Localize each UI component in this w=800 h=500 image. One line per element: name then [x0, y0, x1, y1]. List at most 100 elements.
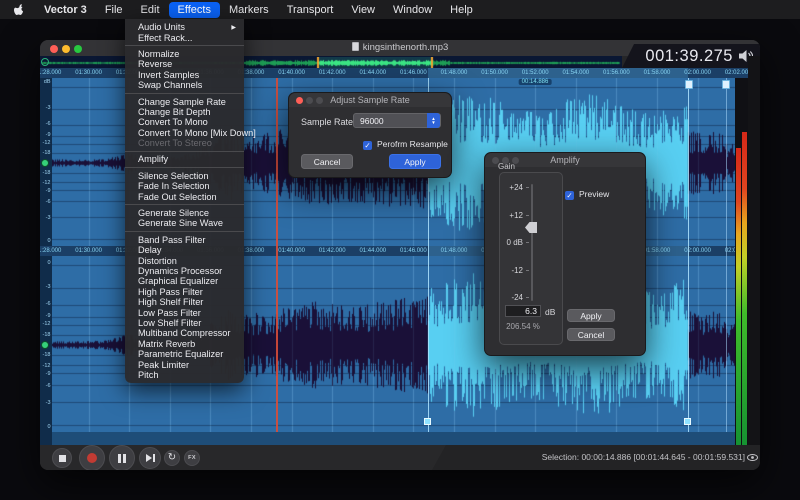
- app-menu-name[interactable]: Vector 3: [35, 2, 96, 18]
- marker-flag[interactable]: [722, 80, 730, 89]
- menu-item-high-pass-filter[interactable]: High Pass Filter: [125, 287, 244, 297]
- stop-button[interactable]: [52, 448, 72, 468]
- eye-icon[interactable]: [747, 453, 758, 462]
- db-scale-label: -12: [43, 180, 51, 186]
- transport-bar: ↻ FX Selection: 00:00:14.886 [00:01:44.6…: [40, 445, 760, 470]
- menu-item-convert-to-mono[interactable]: Convert To Mono: [125, 117, 244, 127]
- menu-item-reverse[interactable]: Reverse: [125, 59, 244, 69]
- apply-button[interactable]: Apply: [389, 154, 441, 169]
- menu-item-change-sample-rate[interactable]: Change Sample Rate: [125, 96, 244, 106]
- loop-button[interactable]: ↻: [164, 450, 180, 466]
- menubar-item-window[interactable]: Window: [384, 2, 441, 18]
- dialog-titlebar[interactable]: Adjust Sample Rate: [289, 93, 451, 107]
- menu-item-delay[interactable]: Delay: [125, 245, 244, 255]
- marker-line[interactable]: [726, 78, 727, 432]
- menu-item-distortion[interactable]: Distortion: [125, 255, 244, 265]
- db-scale-label: -12: [43, 363, 51, 369]
- db-scale-label: -6: [46, 301, 51, 307]
- pause-button[interactable]: [109, 445, 135, 470]
- fx-button[interactable]: FX: [184, 450, 200, 466]
- dialog-zoom-button[interactable]: [316, 97, 323, 104]
- menu-separator: [125, 204, 244, 205]
- stepper-icon[interactable]: ▲▼: [427, 113, 440, 128]
- menu-item-convert-to-stereo: Convert To Stereo: [125, 138, 244, 148]
- menu-item-generate-silence[interactable]: Generate Silence: [125, 208, 244, 218]
- menubar-item-markers[interactable]: Markers: [220, 2, 278, 18]
- gain-tick-mark: [526, 297, 529, 298]
- selection-end-line[interactable]: [688, 78, 689, 432]
- db-scale-label: -18: [43, 332, 51, 338]
- checkbox-checked-icon[interactable]: ✓: [363, 141, 372, 150]
- menu-item-amplify[interactable]: Amplify: [125, 154, 244, 164]
- ruler-tick-label: 01:58.000: [644, 70, 671, 76]
- menu-item-low-pass-filter[interactable]: Low Pass Filter: [125, 307, 244, 317]
- selection-duration-label: 00:14.886: [519, 79, 552, 85]
- menu-item-generate-sine-wave[interactable]: Generate Sine Wave: [125, 218, 244, 228]
- selection-end-handle[interactable]: [684, 418, 691, 425]
- menu-item-normalize[interactable]: Normalize: [125, 49, 244, 59]
- record-button[interactable]: [79, 445, 105, 470]
- ruler-tick-label: 01:30.000: [75, 248, 102, 254]
- channel1-center-dot: [41, 159, 49, 167]
- gain-slider-track[interactable]: [531, 184, 533, 301]
- menu-item-invert-samples[interactable]: Invert Samples: [125, 70, 244, 80]
- cancel-button[interactable]: Cancel: [567, 328, 615, 341]
- cancel-button[interactable]: Cancel: [301, 154, 353, 169]
- menu-item-fade-in-selection[interactable]: Fade In Selection: [125, 181, 244, 191]
- gain-value-field[interactable]: 6.3: [505, 305, 541, 317]
- ruler-tick-label: 01:28.000: [40, 248, 61, 254]
- dialog-close-button[interactable]: [296, 97, 303, 104]
- menubar-item-effects[interactable]: Effects: [169, 2, 220, 18]
- checkbox-checked-icon[interactable]: ✓: [565, 191, 574, 200]
- menu-item-dynamics-processor[interactable]: Dynamics Processor: [125, 266, 244, 276]
- menu-item-peak-limiter[interactable]: Peak Limiter: [125, 359, 244, 369]
- apple-icon[interactable]: [14, 3, 25, 16]
- menu-item-convert-to-mono-mix-down[interactable]: Convert To Mono [Mix Down]: [125, 128, 244, 138]
- gain-unit-label: dB: [545, 307, 555, 317]
- menu-item-multiband-compressor[interactable]: Multiband Compressor: [125, 328, 244, 338]
- menu-item-band-pass-filter[interactable]: Band Pass Filter: [125, 235, 244, 245]
- overview-channel-dot: [41, 58, 49, 66]
- menubar-item-help[interactable]: Help: [441, 2, 482, 18]
- menu-item-fade-out-selection[interactable]: Fade Out Selection: [125, 191, 244, 201]
- bottom-strip: [52, 432, 735, 445]
- menubar-item-transport[interactable]: Transport: [278, 2, 343, 18]
- db-scale-label: -9: [46, 132, 51, 138]
- db-scale-label: dB: [44, 79, 51, 85]
- menu-item-silence-selection[interactable]: Silence Selection: [125, 171, 244, 181]
- menu-item-swap-channels[interactable]: Swap Channels: [125, 80, 244, 90]
- screen: Vector 3 FileEditEffectsMarkersTransport…: [0, 0, 800, 500]
- db-scale-label: 0: [47, 238, 50, 244]
- playhead[interactable]: [276, 78, 278, 432]
- menu-item-matrix-reverb[interactable]: Matrix Reverb: [125, 339, 244, 349]
- preview-checkbox-row[interactable]: ✓Preview: [565, 184, 609, 202]
- menu-item-effect-rack[interactable]: Effect Rack...: [125, 32, 244, 42]
- sample-rate-select[interactable]: 96000 ▲▼: [353, 113, 441, 128]
- effects-dropdown-menu: Audio Units▶Effect Rack... NormalizeRever…: [125, 19, 244, 383]
- menu-separator: [125, 151, 244, 152]
- menu-separator: [125, 167, 244, 168]
- gain-tick-mark: [526, 187, 529, 188]
- menu-item-pitch[interactable]: Pitch: [125, 370, 244, 380]
- menu-bar: Vector 3 FileEditEffectsMarkersTransport…: [0, 0, 800, 19]
- menubar-item-view[interactable]: View: [342, 2, 384, 18]
- menu-item-low-shelf-filter[interactable]: Low Shelf Filter: [125, 318, 244, 328]
- menu-item-change-bit-depth[interactable]: Change Bit Depth: [125, 107, 244, 117]
- resample-checkbox-row[interactable]: ✓Perofrm Resample: [363, 134, 448, 152]
- db-scale-label: -12: [43, 140, 51, 146]
- menu-item-parametric-equalizer[interactable]: Parametric Equalizer: [125, 349, 244, 359]
- menu-item-high-shelf-filter[interactable]: High Shelf Filter: [125, 297, 244, 307]
- dialog-minimize-button[interactable]: [306, 97, 313, 104]
- ruler-tick-label: 01:56.000: [603, 70, 630, 76]
- menubar-item-file[interactable]: File: [96, 2, 132, 18]
- menu-item-graphical-equalizer[interactable]: Graphical Equalizer: [125, 276, 244, 286]
- selection-end-flag[interactable]: [685, 80, 693, 89]
- apply-button[interactable]: Apply: [567, 309, 615, 322]
- channel2-center-dot: [41, 341, 49, 349]
- selection-start-handle[interactable]: [424, 418, 431, 425]
- menubar-item-edit[interactable]: Edit: [132, 2, 169, 18]
- skip-end-button[interactable]: [139, 447, 161, 469]
- menu-item-audio-units[interactable]: Audio Units▶: [125, 22, 244, 32]
- db-scale-label: -3: [46, 284, 51, 290]
- menu-separator: [125, 45, 244, 46]
